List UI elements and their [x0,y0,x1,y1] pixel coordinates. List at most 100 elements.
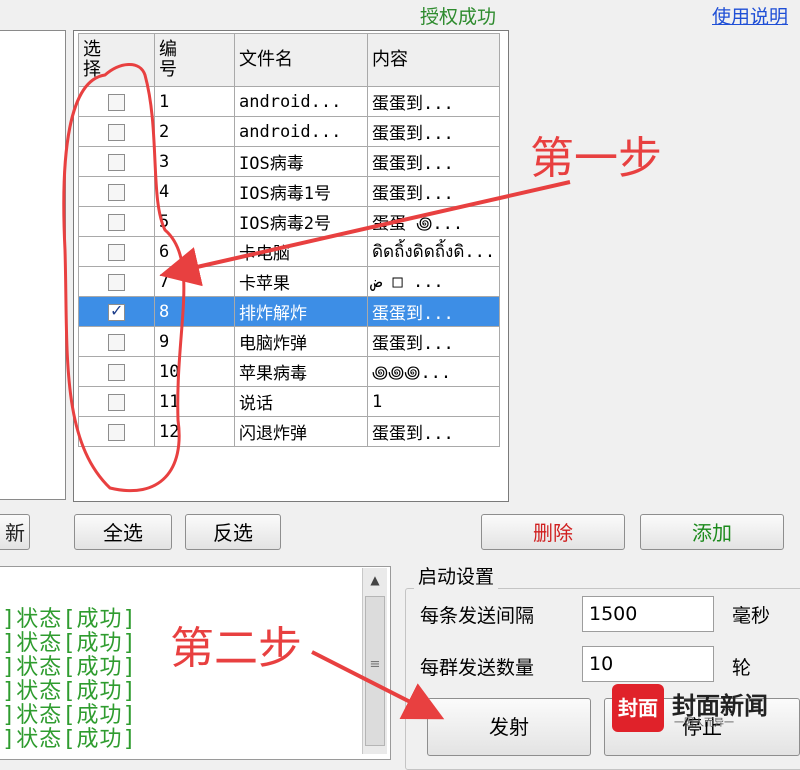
row-checkbox[interactable] [108,183,125,201]
row-number: 6 [154,236,235,267]
row-number: 4 [154,176,235,207]
row-select-cell[interactable] [78,176,155,207]
row-filename: android... [234,116,368,147]
row-select-cell[interactable] [78,206,155,237]
row-filename: 卡苹果 [234,266,368,297]
log-scrollbar[interactable]: ▲ ≡ [362,568,387,754]
row-number: 2 [154,116,235,147]
row-number: 5 [154,206,235,237]
table-row[interactable]: 2 android... 蛋蛋到... [78,116,501,147]
table-row[interactable]: 5 IOS病毒2号 蛋蛋 ꩜... [78,206,501,237]
interval-input[interactable]: 1500 [582,596,714,632]
row-select-cell[interactable] [78,296,155,327]
watermark-tagline: 一因人而异一 [674,718,734,729]
row-checkbox[interactable] [108,243,125,261]
table-header-row: 选择 编号 文件名 内容 [78,33,501,87]
help-link[interactable]: 使用说明 [712,2,788,29]
table-row[interactable]: 8排炸解炸蛋蛋到... [78,296,501,327]
table-row[interactable]: 11 说话 1 [78,386,501,417]
table-row[interactable]: 6 卡电脑 ดิดถิ้งดิดถิ้งดิ... [78,236,501,267]
row-checkbox[interactable] [108,333,125,351]
log-line: ]状态[成功] [2,727,137,752]
send-button[interactable]: 发射 [427,698,591,756]
row-select-cell[interactable] [78,386,155,417]
row-number: 8 [154,296,235,327]
row-content: ꩜꩜꩜... [366,356,501,387]
watermark-logo: 封面 [612,684,664,732]
row-filename: IOS病毒 [234,146,368,177]
row-checkbox[interactable] [108,123,125,141]
row-select-cell[interactable] [78,86,155,117]
row-number: 3 [154,146,235,177]
interval-label: 每条发送间隔 [420,605,535,627]
header-select[interactable]: 选择 [78,33,155,87]
row-filename: IOS病毒2号 [234,206,368,237]
scroll-up-arrow-icon[interactable]: ▲ [363,568,387,592]
row-filename: 说话 [234,386,368,417]
row-number: 9 [154,326,235,357]
select-all-button[interactable]: 全选 [74,514,172,550]
row-select-cell[interactable] [78,326,155,357]
row-content: 蛋蛋到... [366,86,501,117]
row-content: ض □ ... [366,266,501,297]
row-content: 蛋蛋到... [366,116,501,147]
table-row[interactable]: 3 IOS病毒 蛋蛋到... [78,146,501,177]
row-checkbox[interactable] [108,393,125,411]
log-line: ]状态[成功] [2,703,137,728]
header-number[interactable]: 编号 [154,33,235,87]
table-row[interactable]: 10 苹果病毒 ꩜꩜꩜... [78,356,501,387]
invert-selection-button[interactable]: 反选 [185,514,281,550]
file-table: 选择 编号 文件名 内容 1 android... 蛋蛋到... 2 android..… [78,33,501,447]
row-select-cell[interactable] [78,236,155,267]
row-content: ดิดถิ้งดิดถิ้งดิ... [366,236,501,267]
scroll-thumb[interactable]: ≡ [365,596,385,746]
table-row[interactable]: 1 android... 蛋蛋到... [78,86,501,117]
row-number: 10 [154,356,235,387]
header-filename[interactable]: 文件名 [234,33,368,87]
row-filename: 排炸解炸 [234,296,368,327]
header-content[interactable]: 内容 [366,33,501,87]
row-checkbox[interactable] [108,301,125,321]
row-filename: 苹果病毒 [234,356,368,387]
table-row[interactable]: 4 IOS病毒1号 蛋蛋到... [78,176,501,207]
settings-title: 启动设置 [414,562,499,589]
row-checkbox[interactable] [108,363,125,381]
row-checkbox[interactable] [108,153,125,171]
row-filename: android... [234,86,368,117]
delete-button[interactable]: 删除 [481,514,625,550]
count-input[interactable]: 10 [582,646,714,682]
table-row[interactable]: 12 闪退炸弹 蛋蛋到... [78,416,501,447]
count-unit: 轮 [732,657,752,679]
table-row[interactable]: 9 电脑炸弹 蛋蛋到... [78,326,501,357]
header-number-label: 编号 [159,39,177,80]
row-content: 蛋蛋到... [366,326,501,357]
header-select-label: 选择 [83,39,101,80]
annotation-step2: 第二步 [170,623,302,674]
watermark: 封面 封面新闻 一因人而异一 [612,684,798,732]
row-content: 蛋蛋 ꩜... [366,206,501,237]
refresh-button[interactable]: 新 [0,514,30,550]
header-filename-label: 文件名 [239,49,293,70]
row-checkbox[interactable] [108,423,125,441]
row-checkbox[interactable] [108,273,125,291]
auth-status-text: 授权成功 [420,6,497,28]
row-select-cell[interactable] [78,416,155,447]
row-filename: 卡电脑 [234,236,368,267]
row-number: 1 [154,86,235,117]
row-select-cell[interactable] [78,356,155,387]
row-select-cell[interactable] [78,116,155,147]
row-checkbox[interactable] [108,93,125,111]
row-number: 12 [154,416,235,447]
interval-unit: 毫秒 [732,605,771,627]
left-list-panel[interactable] [0,30,66,500]
add-button[interactable]: 添加 [640,514,784,550]
row-checkbox[interactable] [108,213,125,231]
row-filename: 闪退炸弹 [234,416,368,447]
row-content: 蛋蛋到... [366,296,501,327]
row-content: 1 [366,386,501,417]
row-select-cell[interactable] [78,146,155,177]
row-content: 蛋蛋到... [366,146,501,177]
table-row[interactable]: 7 卡苹果 ض □ ... [78,266,501,297]
count-label: 每群发送数量 [420,657,535,679]
row-select-cell[interactable] [78,266,155,297]
